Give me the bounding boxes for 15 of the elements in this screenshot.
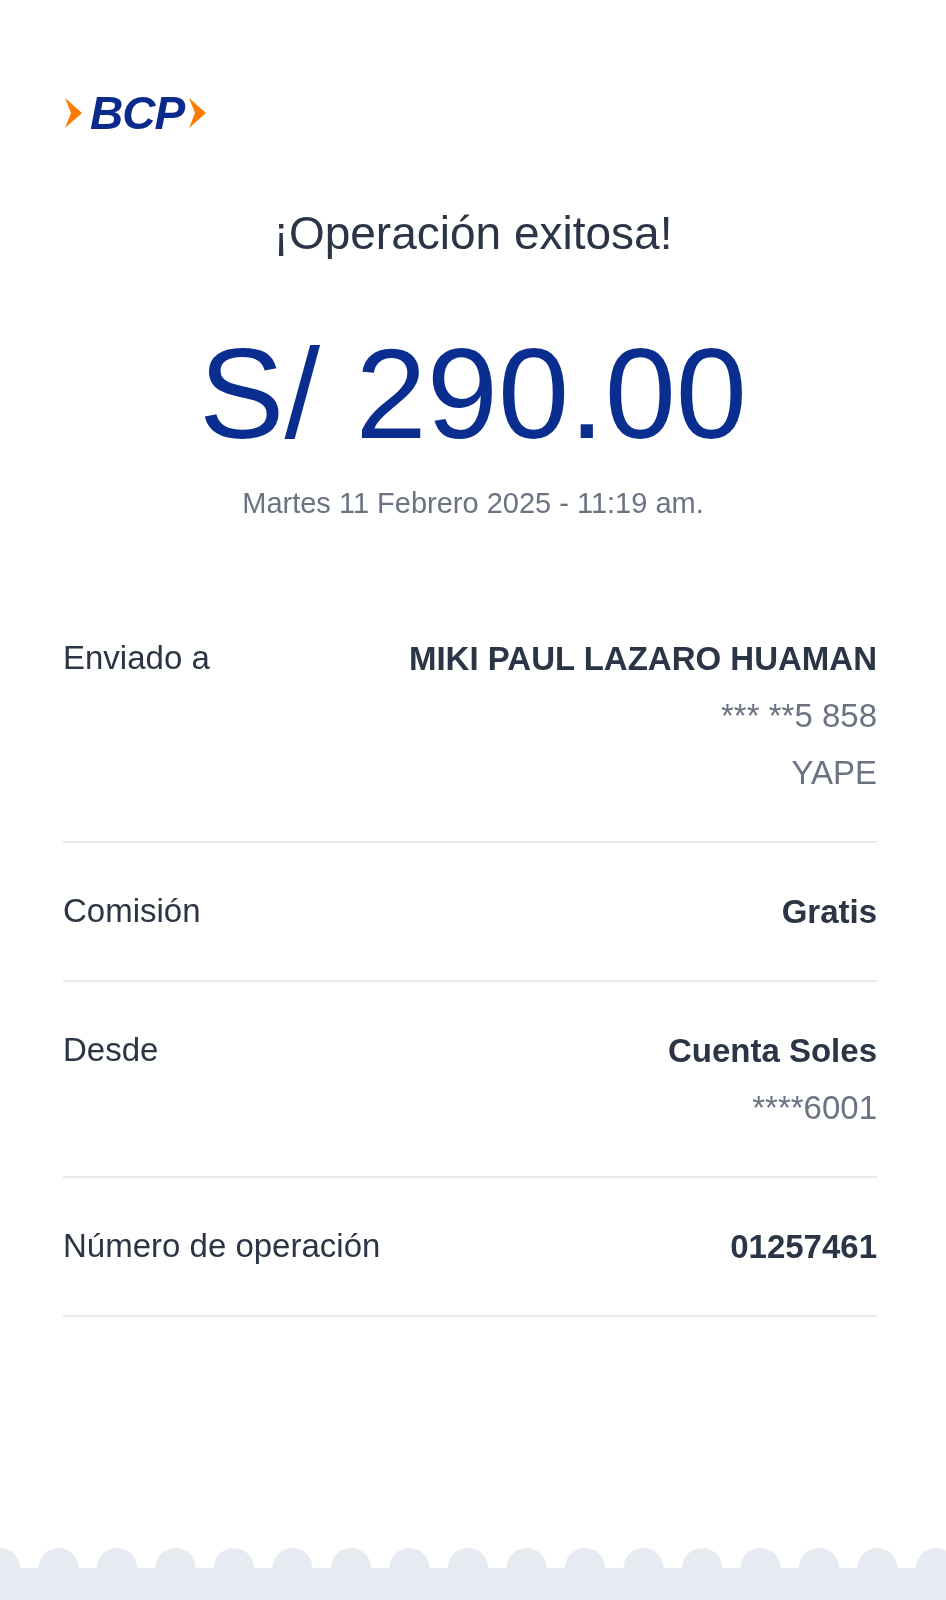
detail-label: Desde: [63, 1029, 159, 1070]
date-time: Martes 11 Febrero 2025 - 11:19 am.: [241, 486, 705, 520]
detail-value: *** **5 858: [721, 695, 877, 736]
success-title: ¡Operación exitosa!: [272, 206, 674, 260]
detail-value: MIKI PAUL LAZARO HUAMAN: [408, 638, 877, 679]
detail-value: Gratis: [781, 891, 877, 932]
detail-value: 01257461: [730, 1226, 877, 1267]
detail-value: Cuenta Soles: [667, 1030, 877, 1071]
amount: S/ 290.00: [198, 324, 748, 465]
detail-label: Número de operación: [63, 1225, 381, 1266]
detail-value: ****6001: [752, 1087, 877, 1128]
detail-value: YAPE: [791, 752, 877, 793]
bank-logo: BCP: [90, 86, 185, 140]
detail-label: Comisión: [63, 890, 201, 931]
detail-label: Enviado a: [63, 637, 210, 678]
